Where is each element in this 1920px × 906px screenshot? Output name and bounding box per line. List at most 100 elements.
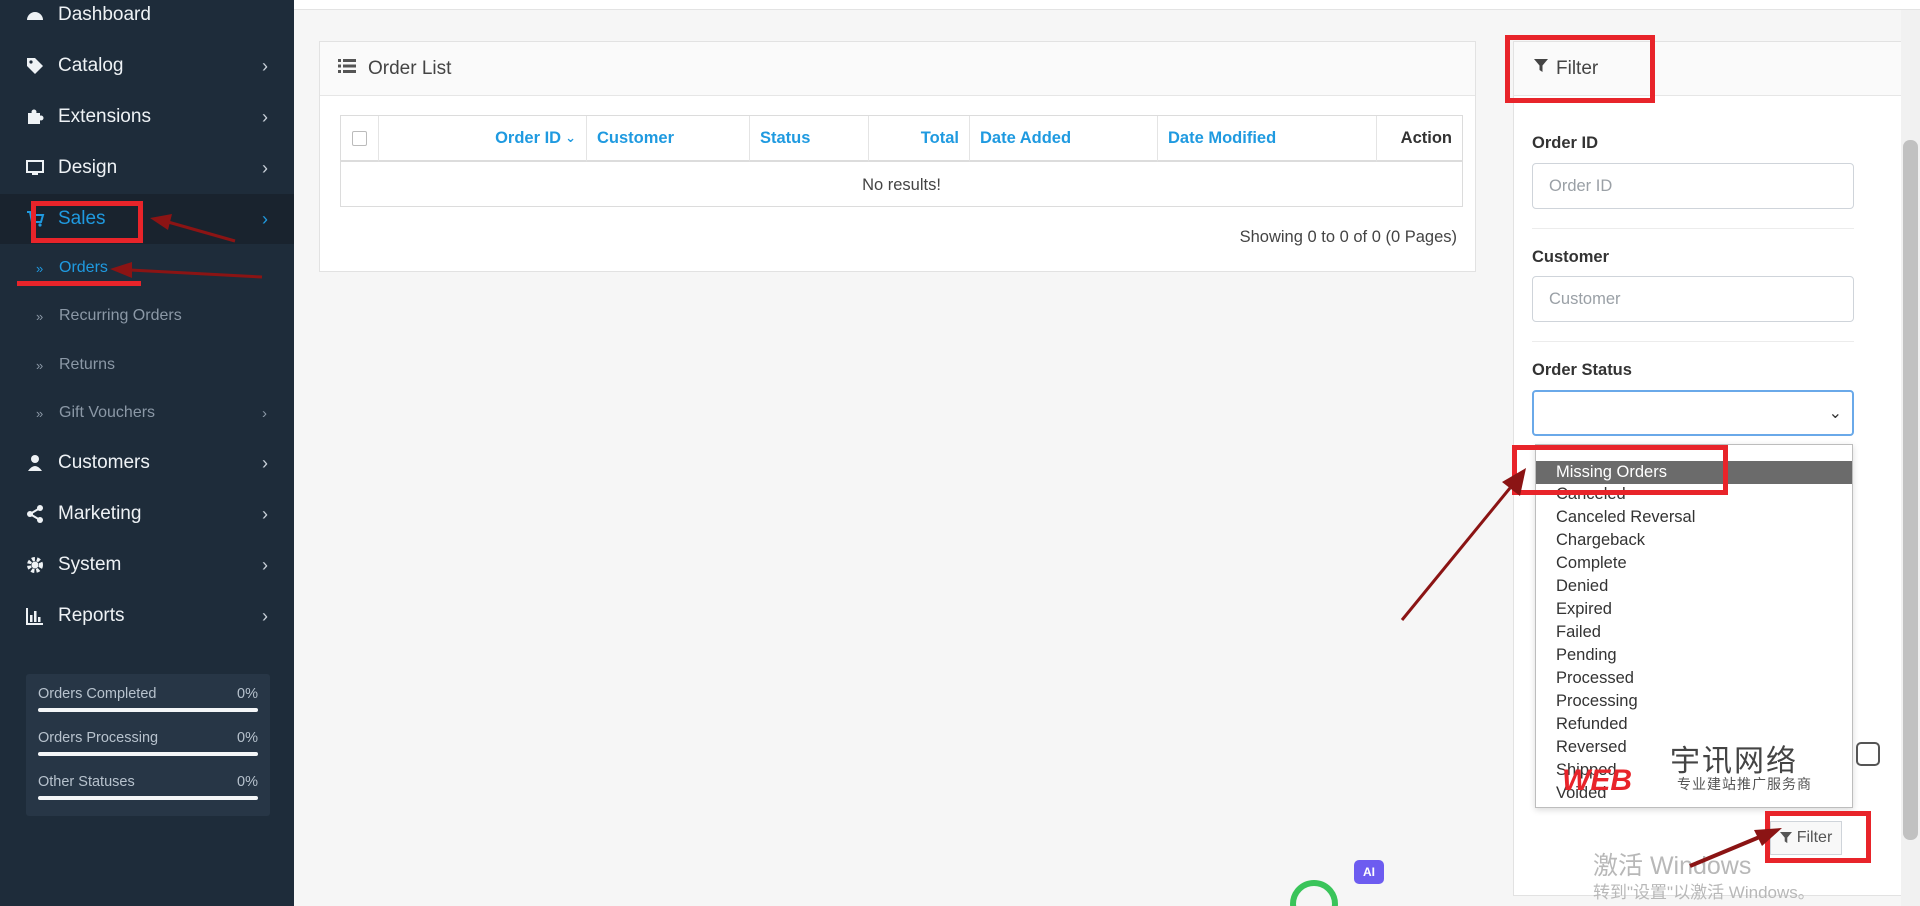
top-bar xyxy=(294,0,1920,10)
dashboard-icon xyxy=(24,4,46,26)
chevron-right-icon: › xyxy=(262,106,268,127)
sub-recurring-label: Recurring Orders xyxy=(59,307,182,324)
order-status-select[interactable]: ⌄ xyxy=(1532,390,1854,436)
customer-input[interactable] xyxy=(1532,276,1854,322)
stat-progress-bar xyxy=(38,796,258,800)
order-stats-panel: Orders Completed 0% Orders Processing 0%… xyxy=(26,674,270,816)
nav-dashboard-label: Dashboard xyxy=(58,4,151,25)
option-denied[interactable]: Denied xyxy=(1536,575,1852,598)
column-customer[interactable]: Customer xyxy=(587,116,750,162)
sub-returns[interactable]: » Returns xyxy=(0,343,294,387)
divider xyxy=(1532,228,1854,229)
pagination-text: Showing 0 to 0 of 0 (0 Pages) xyxy=(1239,228,1457,246)
nav-customers[interactable]: Customers › xyxy=(0,438,294,488)
logo-tagline: 专业建站推广服务商 xyxy=(1677,776,1812,792)
nav-reports-label: Reports xyxy=(58,605,125,626)
annotation-box-filter-title xyxy=(1505,35,1655,103)
nav-system-label: System xyxy=(58,554,122,575)
double-chevron-icon: » xyxy=(36,260,44,276)
sub-orders-label: Orders xyxy=(59,259,108,276)
stat-value: 0% xyxy=(237,774,258,790)
share-icon xyxy=(24,503,46,525)
option-chargeback[interactable]: Chargeback xyxy=(1536,529,1852,552)
order-table: Order ID ⌄ Customer Status Total Date Ad… xyxy=(340,115,1463,207)
column-action: Action xyxy=(1377,116,1462,162)
stat-progress-bar xyxy=(38,752,258,756)
user-icon xyxy=(24,452,46,474)
double-chevron-icon: » xyxy=(36,357,44,373)
select-all-checkbox[interactable] xyxy=(352,130,367,146)
chevron-right-icon: › xyxy=(262,452,268,473)
floating-ring-icon xyxy=(1290,880,1338,906)
sub-gift-vouchers-label: Gift Vouchers xyxy=(59,404,156,421)
stat-label: Other Statuses xyxy=(38,774,135,790)
order-id-label: Order ID xyxy=(1532,134,1599,152)
customer-label: Customer xyxy=(1532,248,1610,266)
column-date-modified-label: Date Modified xyxy=(1168,128,1277,147)
logo-web-text: WEB xyxy=(1562,764,1632,797)
stat-value: 0% xyxy=(237,686,258,702)
column-customer-label: Customer xyxy=(597,128,675,147)
nav-catalog[interactable]: Catalog › xyxy=(0,41,294,91)
stat-label: Orders Completed xyxy=(38,686,157,702)
select-all-cell xyxy=(341,116,379,162)
sub-recurring-orders[interactable]: » Recurring Orders xyxy=(0,294,294,338)
option-expired[interactable]: Expired xyxy=(1536,598,1852,621)
monitor-icon xyxy=(24,157,46,179)
annotation-underline-orders xyxy=(17,281,141,286)
nav-marketing[interactable]: Marketing › xyxy=(0,489,294,539)
windows-watermark-title: 激活 Windows xyxy=(1593,852,1752,880)
column-status[interactable]: Status xyxy=(750,116,869,162)
nav-extensions[interactable]: Extensions › xyxy=(0,92,294,142)
sidebar: Dashboard Catalog › Extensions › Design … xyxy=(0,0,294,906)
column-date-added[interactable]: Date Added xyxy=(970,116,1158,162)
chevron-right-icon: › xyxy=(262,404,267,422)
divider xyxy=(1532,341,1854,342)
chevron-right-icon: › xyxy=(262,605,268,626)
column-total[interactable]: Total xyxy=(869,116,970,162)
order-id-input[interactable] xyxy=(1532,163,1854,209)
option-refunded[interactable]: Refunded xyxy=(1536,713,1852,736)
stat-label: Orders Processing xyxy=(38,730,159,746)
option-complete[interactable]: Complete xyxy=(1536,552,1852,575)
chevron-right-icon: › xyxy=(262,55,268,76)
stat-progress-bar xyxy=(38,708,258,712)
option-canceled-reversal[interactable]: Canceled Reversal xyxy=(1536,506,1852,529)
stat-orders-completed: Orders Completed 0% xyxy=(38,686,258,712)
stat-value: 0% xyxy=(237,730,258,746)
chevron-right-icon: › xyxy=(262,554,268,575)
nav-system[interactable]: System › xyxy=(0,540,294,590)
nav-reports[interactable]: Reports › xyxy=(0,591,294,641)
stat-orders-processing: Orders Processing 0% xyxy=(38,730,258,756)
nav-design[interactable]: Design › xyxy=(0,143,294,193)
list-icon xyxy=(338,58,356,79)
translate-icon[interactable] xyxy=(1856,742,1880,766)
bar-chart-icon xyxy=(24,605,46,627)
tags-icon xyxy=(24,55,46,77)
annotation-box-missing-orders xyxy=(1512,445,1728,495)
ai-badge[interactable]: AI xyxy=(1354,860,1384,884)
chevron-right-icon: › xyxy=(262,157,268,178)
order-list-panel: Order List Order ID ⌄ Customer Status To… xyxy=(319,41,1476,272)
annotation-box-filter-button xyxy=(1765,811,1871,863)
chevron-down-icon: ⌄ xyxy=(1828,405,1842,422)
column-order-id[interactable]: Order ID ⌄ xyxy=(379,116,587,162)
option-processing[interactable]: Processing xyxy=(1536,690,1852,713)
column-date-added-label: Date Added xyxy=(980,128,1072,147)
stat-other-statuses: Other Statuses 0% xyxy=(38,774,258,800)
scrollbar-thumb[interactable] xyxy=(1903,140,1918,840)
windows-watermark-sub: 转到"设置"以激活 Windows。 xyxy=(1593,883,1815,902)
column-action-label: Action xyxy=(1400,128,1452,147)
double-chevron-icon: » xyxy=(36,405,44,421)
column-date-modified[interactable]: Date Modified xyxy=(1158,116,1377,162)
option-pending[interactable]: Pending xyxy=(1536,644,1852,667)
nav-dashboard[interactable]: Dashboard xyxy=(0,0,294,40)
gear-icon xyxy=(24,554,46,576)
annotation-arrow-missing-orders xyxy=(1400,468,1526,621)
option-failed[interactable]: Failed xyxy=(1536,621,1852,644)
nav-catalog-label: Catalog xyxy=(58,55,124,76)
sub-gift-vouchers[interactable]: » Gift Vouchers › xyxy=(0,391,294,435)
sub-returns-label: Returns xyxy=(59,356,116,373)
no-results-row: No results! xyxy=(862,175,941,194)
option-processed[interactable]: Processed xyxy=(1536,667,1852,690)
